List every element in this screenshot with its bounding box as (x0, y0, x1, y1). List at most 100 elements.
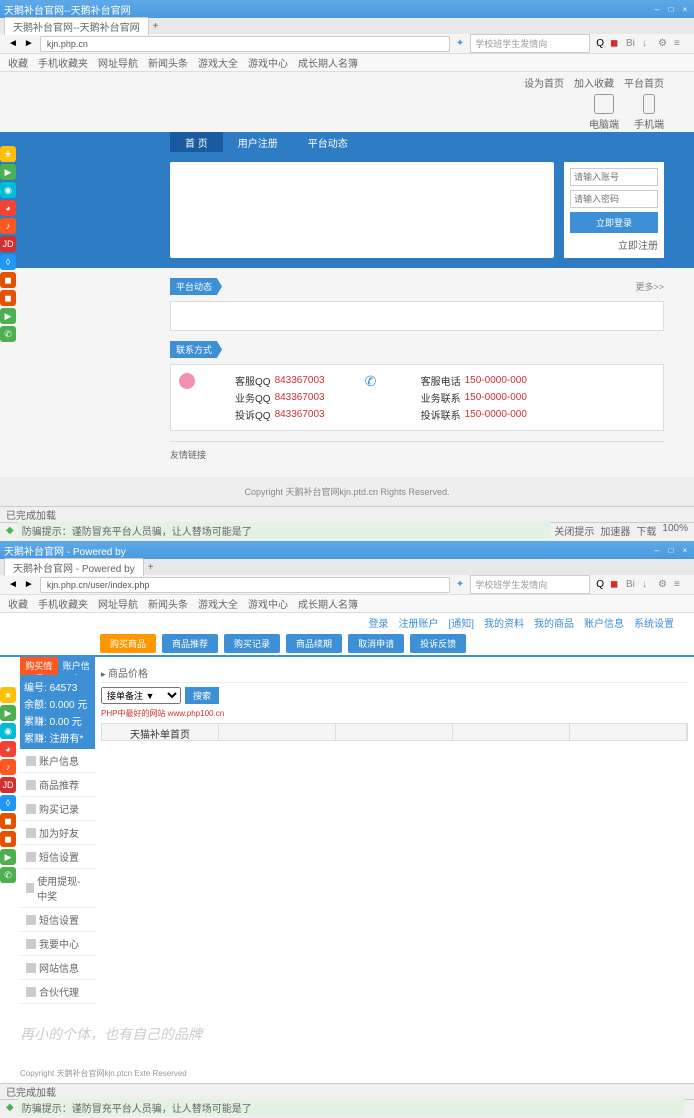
ext-icon[interactable]: Bi (626, 38, 638, 50)
menu-item[interactable]: 我要中心 (20, 932, 95, 956)
star-icon[interactable]: ✦ (456, 579, 464, 590)
bookmark-item[interactable]: 游戏中心 (248, 55, 288, 70)
ext-icon[interactable]: ⚙ (658, 38, 670, 50)
status-item[interactable]: 加速器 (600, 523, 630, 538)
topnav-link[interactable]: 注册账户 (398, 615, 438, 630)
topnav-link[interactable]: 我的资料 (484, 615, 524, 630)
menu-item[interactable]: 账户信息 (20, 749, 95, 773)
sidebar-icon[interactable]: ▶ (0, 849, 16, 865)
close-icon[interactable]: × (680, 545, 690, 555)
search-icon[interactable]: Q (596, 579, 604, 590)
sidebar-icon[interactable]: JD (0, 236, 16, 252)
menu-icon[interactable]: ≡ (674, 38, 686, 50)
tab-news[interactable]: 平台动态 (293, 132, 363, 152)
maximize-icon[interactable]: □ (666, 4, 676, 14)
topnav-link[interactable]: 系统设置 (634, 615, 674, 630)
ext-icon[interactable]: ◼ (610, 38, 622, 50)
sidebar-icon[interactable]: ◉ (0, 723, 16, 739)
sidebar-star-icon[interactable]: ★ (0, 146, 16, 162)
topnav-link[interactable]: 我的商品 (534, 615, 574, 630)
status-item[interactable]: 关闭提示 (554, 523, 594, 538)
action-button[interactable]: 投诉反馈 (410, 634, 466, 653)
action-button[interactable]: 商品推荐 (162, 634, 218, 653)
bookmark-item[interactable]: 新闻头条 (148, 596, 188, 611)
topnav-link[interactable]: 平台首页 (624, 75, 664, 90)
left-tab[interactable]: 购买情况 (20, 657, 58, 675)
topnav-link[interactable]: 加入收藏 (574, 75, 614, 90)
ext-icon[interactable]: ↓ (642, 38, 654, 50)
tab-home[interactable]: 首 页 (170, 132, 223, 152)
status-zoom[interactable]: 100% (662, 523, 688, 538)
bookmark-item[interactable]: 网址导航 (98, 596, 138, 611)
device-pc[interactable]: 电脑端 (589, 94, 619, 131)
search-icon[interactable]: Q (596, 38, 604, 49)
new-tab-icon[interactable]: + (153, 21, 159, 32)
sidebar-icon[interactable]: ♪ (0, 759, 16, 775)
browser-tab[interactable]: 天鹅补台官网--天鹅补台官网 (4, 17, 149, 35)
menu-icon[interactable]: ≡ (674, 579, 686, 591)
sidebar-icon[interactable]: ◕ (0, 741, 16, 757)
browser-tab[interactable]: 天鹅补台官网 - Powered by (4, 558, 144, 576)
sidebar-icon[interactable]: ◊ (0, 795, 16, 811)
tab-register[interactable]: 用户注册 (223, 132, 293, 152)
search-input[interactable]: 学校班学生发情向 (470, 575, 590, 594)
ext-icon[interactable]: ↓ (642, 579, 654, 591)
sidebar-icon[interactable]: ◼ (0, 831, 16, 847)
more-link[interactable]: 更多>> (635, 280, 664, 293)
bookmark-item[interactable]: 手机收藏夹 (38, 55, 88, 70)
topnav-link[interactable]: [通知] (448, 615, 474, 630)
back-icon[interactable]: ◄ (8, 38, 18, 49)
action-button[interactable]: 商品续期 (286, 634, 342, 653)
menu-item[interactable]: 短信设置 (20, 845, 95, 869)
topnav-link[interactable]: 登录 (368, 615, 388, 630)
minimize-icon[interactable]: – (652, 545, 662, 555)
password-input[interactable] (570, 190, 658, 208)
new-tab-icon[interactable]: + (148, 562, 154, 573)
menu-item[interactable]: 加为好友 (20, 821, 95, 845)
topnav-link[interactable]: 设为首页 (524, 75, 564, 90)
ext-icon[interactable]: ◼ (610, 579, 622, 591)
search-button[interactable]: 搜索 (185, 687, 219, 704)
username-input[interactable] (570, 168, 658, 186)
topnav-link[interactable]: 账户信息 (584, 615, 624, 630)
action-button[interactable]: 取消申请 (348, 634, 404, 653)
bookmark-item[interactable]: 收藏 (8, 596, 28, 611)
device-mobile[interactable]: 手机端 (634, 94, 664, 131)
sidebar-icon[interactable]: ▶ (0, 308, 16, 324)
close-icon[interactable]: × (680, 4, 690, 14)
bookmark-item[interactable]: 网址导航 (98, 55, 138, 70)
menu-item[interactable]: 网站信息 (20, 956, 95, 980)
ext-icon[interactable]: Bi (626, 579, 638, 591)
left-tab[interactable]: 账户信息 (58, 657, 96, 675)
sidebar-icon[interactable]: ◕ (0, 200, 16, 216)
bookmark-item[interactable]: 成长期人名簿 (298, 596, 358, 611)
menu-item[interactable]: 购买记录 (20, 797, 95, 821)
ext-icon[interactable]: ⚙ (658, 579, 670, 591)
search-select[interactable]: 接单备注 ▼ (101, 687, 181, 704)
bookmark-item[interactable]: 手机收藏夹 (38, 596, 88, 611)
menu-item[interactable]: 短信设置 (20, 908, 95, 932)
sidebar-icon[interactable]: ◉ (0, 182, 16, 198)
bookmark-item[interactable]: 游戏中心 (248, 596, 288, 611)
bookmark-item[interactable]: 游戏大全 (198, 55, 238, 70)
sidebar-icon[interactable]: ✆ (0, 326, 16, 342)
sidebar-icon[interactable]: ✆ (0, 867, 16, 883)
menu-item[interactable]: 商品推荐 (20, 773, 95, 797)
action-button[interactable]: 购买记录 (224, 634, 280, 653)
forward-icon[interactable]: ► (24, 38, 34, 49)
sidebar-icon[interactable]: ◊ (0, 254, 16, 270)
sidebar-star-icon[interactable]: ★ (0, 687, 16, 703)
sidebar-icon[interactable]: ◼ (0, 813, 16, 829)
menu-item[interactable]: 使用提现-中奖 (20, 869, 95, 908)
sidebar-icon[interactable]: ▶ (0, 705, 16, 721)
sidebar-icon[interactable]: ◼ (0, 290, 16, 306)
search-input[interactable]: 学校班学生发情向 (470, 34, 590, 53)
bookmark-item[interactable]: 成长期人名簿 (298, 55, 358, 70)
sidebar-icon[interactable]: ▶ (0, 164, 16, 180)
url-input[interactable]: kjn.php.cn/user/index.php (40, 577, 450, 593)
minimize-icon[interactable]: – (652, 4, 662, 14)
bookmark-item[interactable]: 新闻头条 (148, 55, 188, 70)
buy-button[interactable]: 购买商品 (100, 634, 156, 653)
star-icon[interactable]: ✦ (456, 38, 464, 49)
maximize-icon[interactable]: □ (666, 545, 676, 555)
